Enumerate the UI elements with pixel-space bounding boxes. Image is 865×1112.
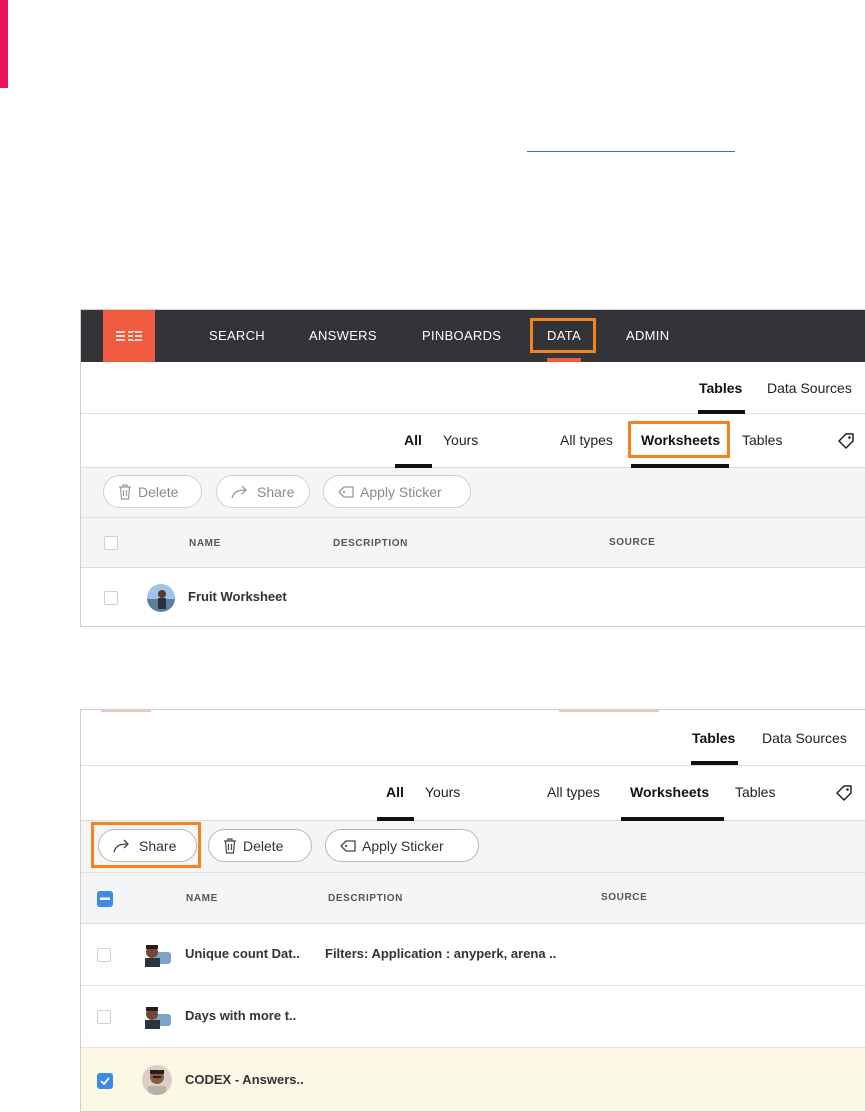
column-description[interactable]: DESCRIPTION — [328, 893, 403, 904]
filter-bar: All Yours All types Worksheets Tables — [81, 414, 865, 468]
action-bar: Share Delete Apply Sticker — [81, 821, 865, 873]
table-row[interactable]: Unique count Dat.. Filters: Application … — [81, 924, 865, 986]
filter-all-types[interactable]: All types — [560, 432, 613, 448]
apply-sticker-label: Apply Sticker — [360, 483, 442, 500]
nav-answers[interactable]: ANSWERS — [309, 310, 377, 362]
select-all-checkbox[interactable] — [104, 536, 118, 550]
row-name[interactable]: Unique count Dat.. — [185, 946, 300, 961]
apply-sticker-label: Apply Sticker — [362, 837, 444, 854]
avatar — [141, 942, 171, 968]
action-bar: Delete Share Apply Sticker — [81, 468, 865, 518]
share-highlight-box — [91, 822, 201, 868]
tab-data-sources[interactable]: Data Sources — [767, 380, 852, 396]
nav-admin[interactable]: ADMIN — [626, 310, 669, 362]
delete-button[interactable]: Delete — [103, 475, 202, 508]
pink-accent-bar — [0, 0, 8, 88]
row-description: Filters: Application : anyperk, arena .. — [325, 946, 557, 961]
column-description[interactable]: DESCRIPTION — [333, 538, 408, 549]
row-name[interactable]: CODEX - Answers.. — [185, 1072, 304, 1087]
table-header: NAME DESCRIPTION SOURCE — [81, 518, 865, 568]
tab-tables[interactable]: Tables — [692, 730, 735, 746]
filter-bar: All Yours All types Worksheets Tables — [81, 766, 865, 821]
column-name[interactable]: NAME — [189, 538, 221, 549]
source-tabs: Tables Data Sources — [81, 710, 865, 766]
share-arrow-icon — [231, 485, 247, 498]
filter-all[interactable]: All — [404, 432, 422, 448]
data-page-screenshot-1: SEARCH ANSWERS PINBOARDS DATA ADMIN Tabl… — [80, 309, 865, 627]
tab-tables[interactable]: Tables — [699, 380, 742, 396]
filter-all[interactable]: All — [386, 784, 404, 800]
trash-icon — [119, 483, 131, 500]
delete-label: Delete — [243, 837, 284, 854]
row-checkbox[interactable] — [97, 948, 111, 962]
avatar — [142, 1065, 172, 1095]
top-navigation-bar: SEARCH ANSWERS PINBOARDS DATA ADMIN — [81, 310, 865, 362]
worksheets-highlight-box — [628, 421, 730, 458]
logo-icon — [116, 331, 142, 341]
sticker-tag-icon[interactable] — [835, 784, 853, 802]
row-checkbox[interactable] — [104, 591, 118, 605]
filter-worksheets[interactable]: Worksheets — [630, 784, 709, 800]
filter-all-types[interactable]: All types — [547, 784, 600, 800]
filter-tables[interactable]: Tables — [742, 432, 782, 448]
column-source[interactable]: SOURCE — [609, 537, 655, 548]
sticker-icon — [338, 485, 354, 498]
apply-sticker-button[interactable]: Apply Sticker — [323, 475, 471, 508]
table-header: NAME DESCRIPTION SOURCE — [81, 873, 865, 924]
minus-icon — [100, 897, 110, 900]
select-all-checkbox[interactable] — [97, 891, 113, 907]
row-checkbox-checked[interactable] — [97, 1073, 113, 1089]
app-logo[interactable] — [103, 310, 155, 362]
column-name[interactable]: NAME — [186, 893, 218, 904]
tab-tables-underline — [691, 761, 738, 765]
delete-label: Delete — [138, 483, 179, 500]
share-button[interactable]: Share — [216, 475, 310, 508]
table-row[interactable]: Days with more t.. — [81, 986, 865, 1048]
nav-pinboards[interactable]: PINBOARDS — [422, 310, 501, 362]
avatar — [147, 584, 175, 612]
source-tabs: Tables Data Sources — [81, 362, 865, 414]
delete-button[interactable]: Delete — [208, 829, 312, 862]
checkmark-icon — [100, 1077, 110, 1085]
row-name[interactable]: Fruit Worksheet — [188, 589, 287, 604]
row-name[interactable]: Days with more t.. — [185, 1008, 296, 1023]
sticker-tag-icon[interactable] — [837, 432, 855, 450]
column-source[interactable]: SOURCE — [601, 892, 647, 903]
nav-search[interactable]: SEARCH — [209, 310, 265, 362]
avatar — [141, 1004, 171, 1030]
link-underline — [527, 151, 735, 152]
tab-data-sources[interactable]: Data Sources — [762, 730, 847, 746]
filter-tables[interactable]: Tables — [735, 784, 775, 800]
sticker-icon — [340, 839, 356, 852]
table-row[interactable]: Fruit Worksheet — [81, 568, 865, 626]
data-page-screenshot-2: Tables Data Sources All Yours All types … — [80, 709, 865, 1112]
table-row-selected[interactable]: CODEX - Answers.. — [81, 1048, 865, 1111]
row-checkbox[interactable] — [97, 1010, 111, 1024]
filter-yours[interactable]: Yours — [425, 784, 460, 800]
data-highlight-box — [530, 318, 596, 353]
filter-yours[interactable]: Yours — [443, 432, 478, 448]
apply-sticker-button[interactable]: Apply Sticker — [325, 829, 479, 862]
share-label: Share — [257, 483, 295, 500]
trash-icon — [224, 837, 236, 854]
